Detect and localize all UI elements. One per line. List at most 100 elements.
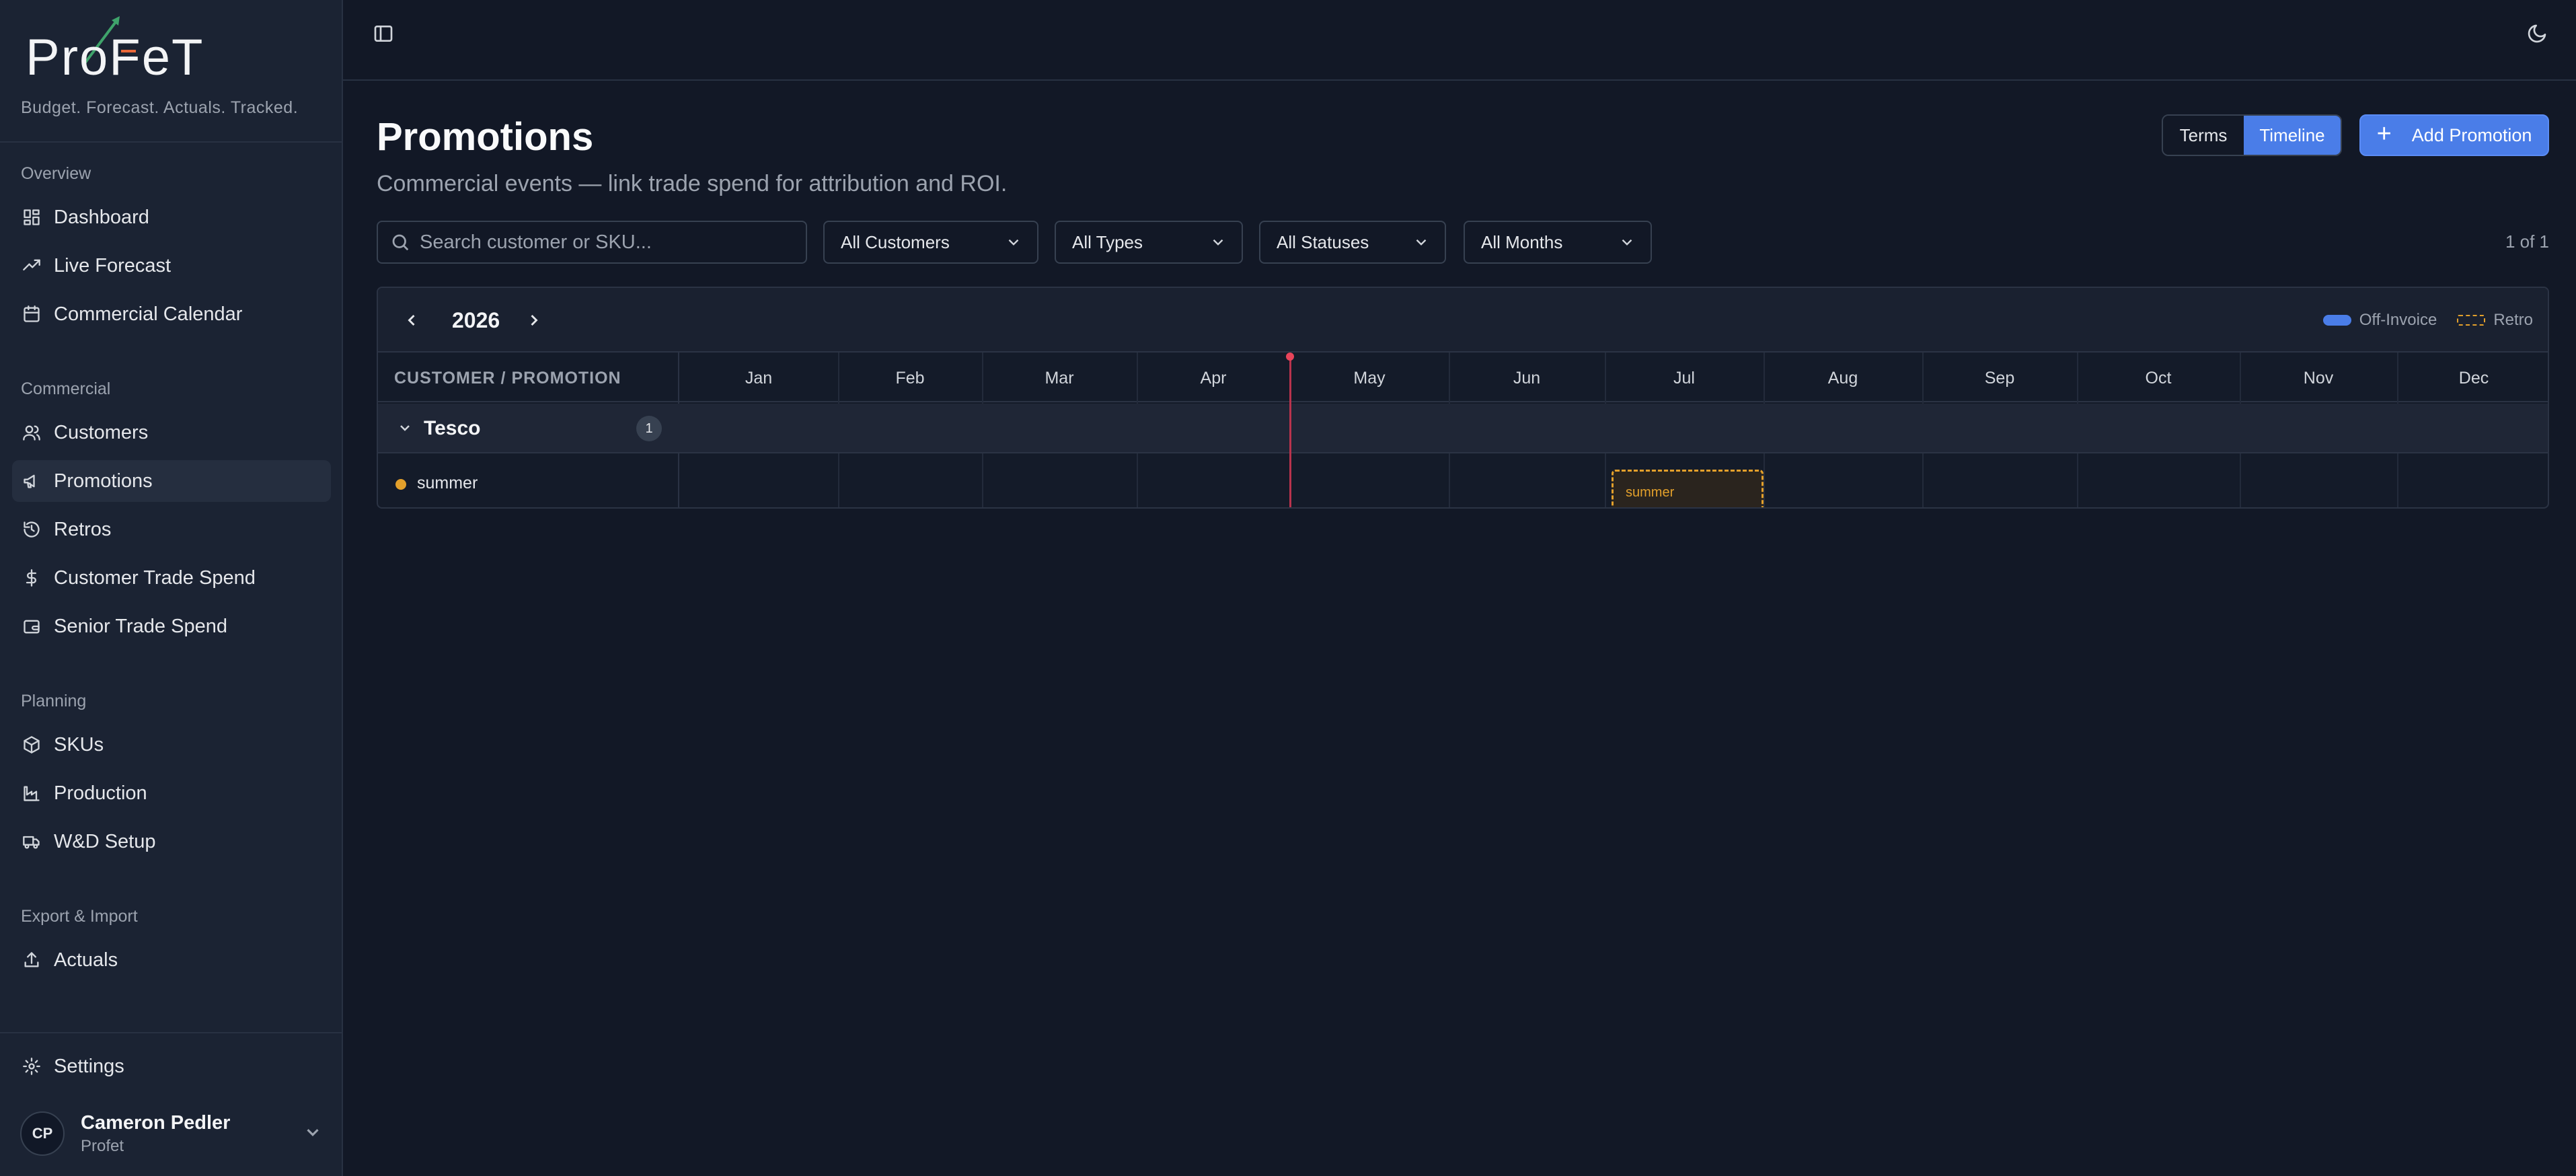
plus-icon: + [2376, 119, 2392, 148]
add-promotion-button[interactable]: + Add Promotion [2359, 114, 2549, 156]
legend-off-invoice: Off-Invoice [2359, 311, 2437, 329]
upload-icon [22, 950, 42, 970]
sidebar-item-customers[interactable]: Customers [12, 412, 331, 453]
result-count: 1 of 1 [2505, 231, 2549, 252]
month-header-jun: Jun [1513, 369, 1541, 388]
chevron-left-icon[interactable] [402, 311, 422, 331]
chevron-down-icon [1416, 239, 1427, 246]
chevron-right-icon[interactable] [525, 311, 545, 331]
sidebar-item-label: Senior Trade Spend [54, 615, 227, 637]
sidebar-item-label: Commercial Calendar [54, 303, 243, 325]
logo-text: ProFeT [26, 29, 204, 86]
timeline-header: 2026 Off-Invoice Retro [378, 288, 2548, 353]
today-marker-line [1289, 355, 1291, 507]
month-header-feb: Feb [895, 369, 925, 388]
factory-icon [22, 783, 42, 803]
truck-icon [22, 832, 42, 852]
app-root: ProFeT Budget. Forecast. Actuals. Tracke… [0, 0, 2576, 1176]
chevron-down-icon[interactable] [303, 1122, 323, 1142]
avatar: CP [20, 1111, 65, 1156]
gear-icon [22, 1056, 42, 1076]
retro-swatch [2457, 315, 2486, 326]
user-name: Cameron Pedler [81, 1111, 231, 1134]
box-icon [22, 735, 42, 755]
sidebar-item-customer-trade-spend[interactable]: Customer Trade Spend [12, 557, 331, 599]
today-marker-dot [1286, 353, 1294, 361]
sidebar-item-promotions[interactable]: Promotions [12, 460, 331, 502]
chevron-down-icon[interactable] [397, 420, 414, 437]
sidebar-item-commercial-calendar[interactable]: Commercial Calendar [12, 293, 331, 335]
user-menu[interactable]: CP Cameron Pedler Profet [20, 1110, 323, 1157]
sidebar-item-actuals[interactable]: Actuals [12, 939, 331, 981]
legend-retro: Retro [2493, 311, 2533, 329]
chevron-down-icon [1622, 239, 1632, 246]
section-label-planning: Planning [21, 692, 87, 710]
promotion-row[interactable]: summer summer [378, 455, 2548, 507]
sidebar-item-retros[interactable]: Retros [12, 509, 331, 550]
sidebar-divider [0, 141, 343, 143]
search-input[interactable] [420, 231, 796, 254]
calendar-icon [22, 304, 42, 324]
sidebar-item-label: W&D Setup [54, 830, 156, 852]
sidebar-item-senior-trade-spend[interactable]: Senior Trade Spend [12, 605, 331, 647]
logo: ProFeT [26, 15, 202, 86]
types-select-value: All Types [1072, 231, 1143, 252]
month-header-jan: Jan [745, 369, 773, 388]
sidebar-divider [0, 1032, 343, 1033]
timeline-legend: Off-Invoice Retro [2322, 311, 2533, 330]
tagline: Budget. Forecast. Actuals. Tracked. [21, 98, 299, 117]
month-header-jul: Jul [1673, 369, 1695, 388]
search-icon [392, 234, 409, 251]
sidebar-item-live-forecast[interactable]: Live Forecast [12, 245, 331, 287]
sidebar: ProFeT Budget. Forecast. Actuals. Tracke… [0, 0, 343, 1176]
sidebar-item-label: Actuals [54, 949, 118, 971]
wallet-icon [22, 616, 42, 636]
customers-select[interactable]: All Customers [823, 221, 1038, 264]
moon-icon[interactable] [2526, 23, 2549, 46]
page-subtitle: Commercial events — link trade spend for… [377, 171, 1008, 196]
view-terms-button[interactable]: Terms [2163, 116, 2244, 155]
users-icon [22, 422, 42, 443]
months-select-value: All Months [1481, 231, 1563, 252]
sidebar-item-label: Retros [54, 518, 112, 540]
year-label: 2026 [452, 308, 500, 332]
sidebar-item-label: Settings [54, 1055, 124, 1077]
customer-name: Tesco [424, 417, 481, 439]
trend-icon [22, 256, 42, 276]
month-header-apr: Apr [1200, 369, 1227, 388]
types-select[interactable]: All Types [1055, 221, 1243, 264]
page-title: Promotions [377, 115, 594, 159]
promotion-count-badge: 1 [636, 416, 662, 441]
chevron-down-icon [1213, 239, 1223, 246]
month-header-mar: Mar [1045, 369, 1074, 388]
search-box [377, 221, 807, 264]
sidebar-item-skus[interactable]: SKUs [12, 724, 331, 766]
user-info: Cameron Pedler Profet [81, 1112, 230, 1156]
dollar-icon [22, 568, 42, 588]
sidebar-toggle-icon[interactable] [373, 23, 395, 46]
dashboard-icon [22, 207, 42, 227]
months-select[interactable]: All Months [1464, 221, 1652, 264]
sidebar-item-wd-setup[interactable]: W&D Setup [12, 821, 331, 862]
month-header-may: May [1353, 369, 1386, 388]
customer-group-row[interactable]: Tesco 1 [378, 404, 2548, 453]
sidebar-item-label: SKUs [54, 733, 104, 756]
month-header-aug: Aug [1827, 369, 1858, 388]
history-icon [22, 519, 42, 540]
sidebar-item-dashboard[interactable]: Dashboard [12, 196, 331, 238]
sidebar-item-production[interactable]: Production [12, 772, 331, 814]
sidebar-item-label: Production [54, 782, 147, 804]
topbar [343, 0, 2576, 81]
statuses-select[interactable]: All Statuses [1259, 221, 1446, 264]
view-toggle: Terms Timeline [2162, 114, 2342, 156]
view-timeline-button[interactable]: Timeline [2244, 116, 2341, 155]
sidebar-item-label: Dashboard [54, 206, 149, 228]
megaphone-icon [22, 471, 42, 491]
sidebar-item-label: Customer Trade Spend [54, 566, 256, 589]
promotion-bar[interactable]: summer [1612, 470, 1764, 507]
sidebar-item-settings[interactable]: Settings [12, 1045, 331, 1087]
sidebar-item-label: Promotions [54, 470, 153, 492]
section-label-commercial: Commercial [21, 379, 111, 398]
user-org: Profet [81, 1136, 124, 1155]
month-header-dec: Dec [2458, 369, 2489, 388]
